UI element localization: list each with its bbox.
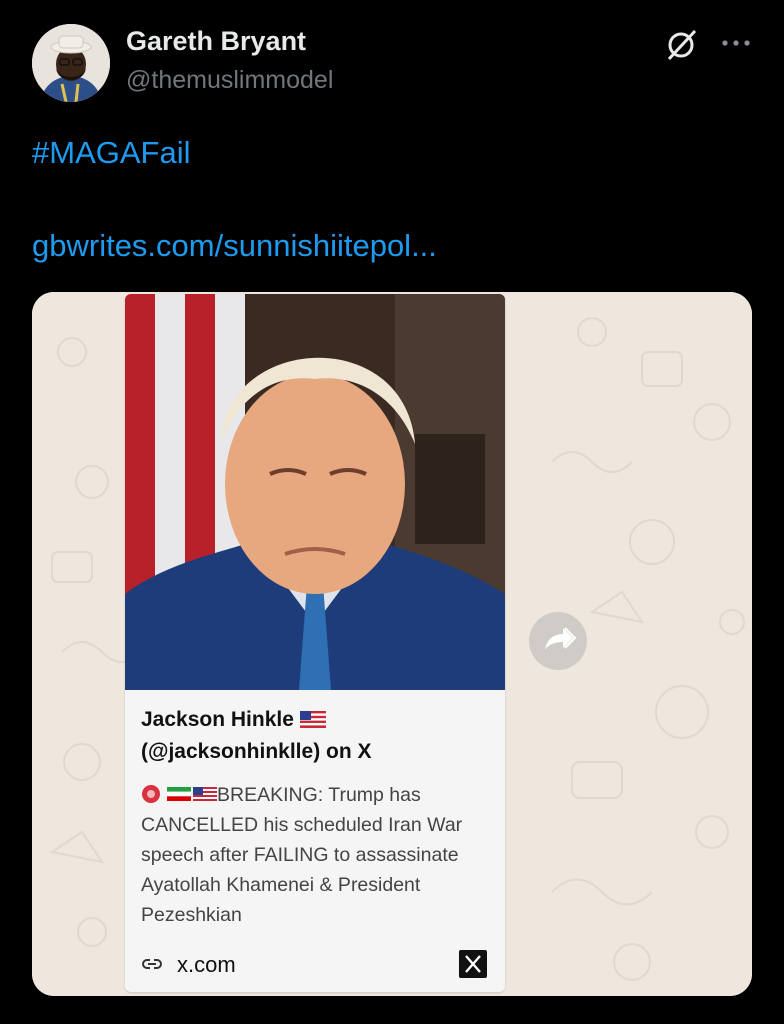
post-media-image[interactable]: Jackson Hinkle (@jacksonhinklle) on X BR… (32, 292, 752, 996)
alert-flags-icon (142, 785, 217, 803)
forward-icon[interactable] (529, 612, 587, 670)
link-preview-footer[interactable]: x.com (141, 950, 491, 980)
link-preview-author: Jackson Hinkle (141, 708, 294, 731)
link-preview-title: Jackson Hinkle (@jacksonhinklle) on X (141, 704, 491, 768)
more-icon[interactable] (720, 36, 752, 50)
post-link[interactable]: gbwrites.com/sunnishiitepol... (32, 228, 437, 264)
author-avatar[interactable] (32, 24, 110, 102)
link-preview-domain: x.com (177, 952, 236, 977)
link-icon (142, 959, 162, 969)
link-preview-subtitle: (@jacksonhinklle) on X (141, 740, 372, 763)
hashtag-link[interactable]: #MAGAFail (32, 135, 190, 171)
description-lead: BREAKING: Trump has (217, 784, 421, 806)
x-logo-icon (459, 950, 487, 978)
grok-icon[interactable] (664, 28, 698, 62)
author-display-name[interactable]: Gareth Bryant (126, 26, 306, 57)
link-preview-description: BREAKING: Trump has CANCELLED his schedu… (141, 780, 491, 930)
link-preview-photo (125, 294, 505, 690)
link-preview-card[interactable]: Jackson Hinkle (@jacksonhinklle) on X BR… (125, 294, 505, 992)
description-rest: CANCELLED his scheduled Iran War speech … (141, 814, 463, 926)
author-handle[interactable]: @themuslimmodel (126, 66, 333, 95)
us-flag-icon (299, 711, 326, 728)
